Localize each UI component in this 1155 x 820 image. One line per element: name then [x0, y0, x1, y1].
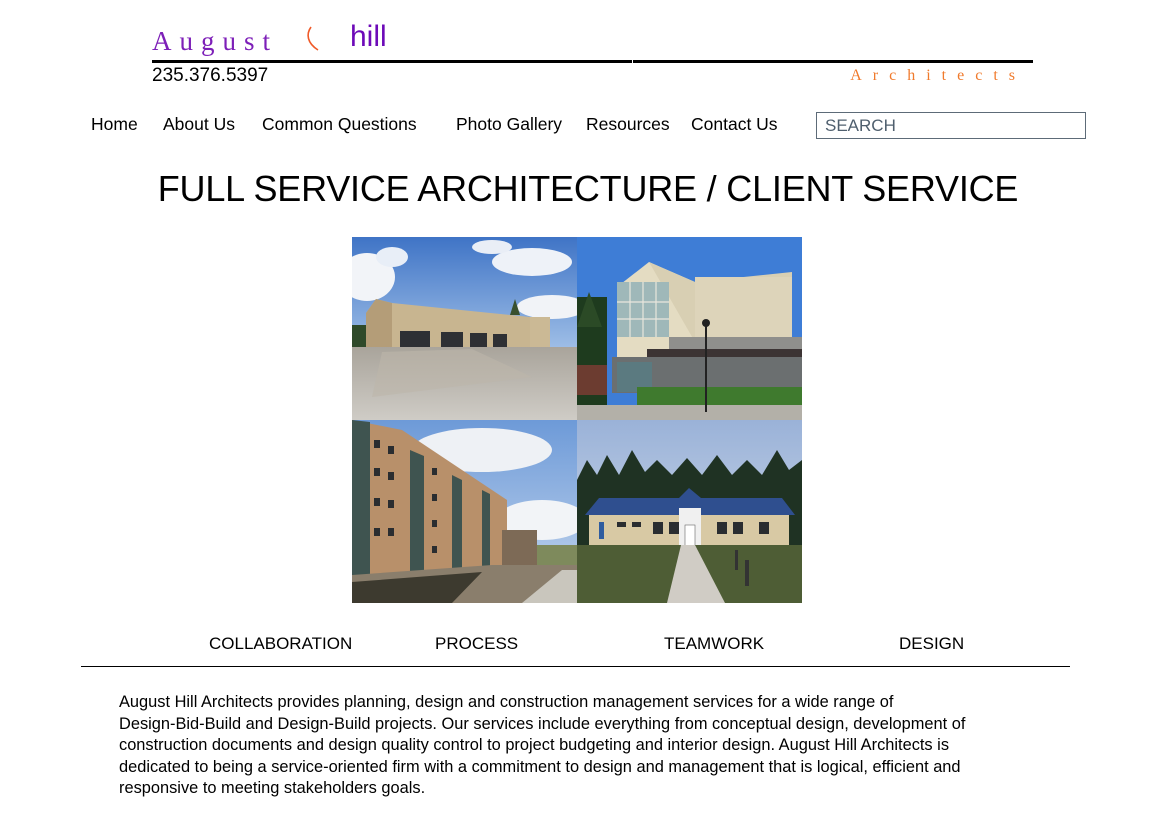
project-photo-maintenance-facility [352, 237, 577, 420]
section-divider [81, 666, 1070, 667]
logo-divider [633, 60, 1033, 63]
pillar-design: DESIGN [899, 634, 965, 653]
pillar-collaboration: COLLABORATION [209, 634, 353, 653]
logo-tagline: Architects [850, 67, 1026, 84]
project-photo-blue-roof-building [577, 420, 802, 603]
nav-resources[interactable]: Resources [586, 114, 670, 135]
logo-word-august: August [152, 26, 279, 56]
intro-line: dedicated to being a service-oriented fi… [119, 757, 961, 776]
nav-photo-gallery[interactable]: Photo Gallery [456, 114, 562, 135]
intro-line: construction documents and design qualit… [119, 736, 950, 755]
nav-home[interactable]: Home [91, 114, 138, 135]
pillar-teamwork: TEAMWORK [664, 634, 765, 653]
phone-number: 235.376.5397 [152, 65, 269, 86]
logo-word-hill: hill [350, 20, 387, 53]
search-input[interactable] [816, 112, 1086, 139]
site-logo[interactable]: August hill 235.376.5397 Architects [152, 20, 1034, 92]
project-photo-grid [352, 237, 802, 603]
nav-contact-us[interactable]: Contact Us [691, 114, 778, 135]
logo-arc-icon [307, 26, 319, 51]
nav-common-questions[interactable]: Common Questions [262, 114, 417, 135]
logo-divider [152, 60, 632, 63]
project-photo-civic-building [577, 237, 802, 420]
pillar-process: PROCESS [435, 634, 519, 653]
project-photo-residential-halls [352, 420, 577, 603]
intro-line: Design-Bid-Build and Design-Build projec… [119, 714, 966, 733]
nav-about-us[interactable]: About Us [163, 114, 235, 135]
intro-line: August Hill Architects provides planning… [119, 693, 894, 711]
intro-paragraph: August Hill Architects provides planning… [119, 692, 1069, 800]
intro-line: responsive to meeting stakeholders goals… [119, 779, 426, 798]
page-title: FULL SERVICE ARCHITECTURE / CLIENT SERVI… [157, 168, 1019, 209]
